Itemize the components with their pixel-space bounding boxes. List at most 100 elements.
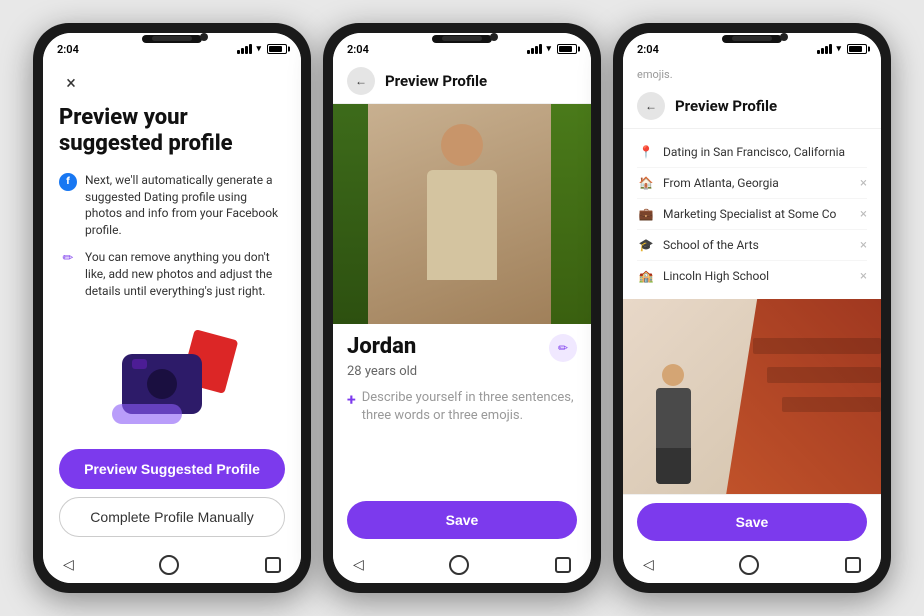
phone-3-time: 2:04 — [637, 43, 659, 56]
phone-1-screen: 2:04 ▾ × Preview your sug — [43, 33, 301, 583]
phone-3-bottom: Save — [623, 494, 881, 549]
home-icon: 🏠 — [637, 174, 655, 192]
page-title: Preview your suggested profile — [59, 105, 285, 158]
back-button-3[interactable]: ← — [637, 92, 665, 120]
phone-2-header: ← Preview Profile — [333, 61, 591, 104]
complete-profile-manually-button[interactable]: Complete Profile Manually — [59, 497, 285, 537]
person2-legs — [656, 448, 691, 484]
signal-bar-4 — [249, 44, 252, 54]
phone-1-nav-bar: ◁ — [43, 549, 301, 583]
stair-2 — [767, 367, 881, 383]
person-body — [427, 170, 497, 280]
info-item-facebook: f Next, we'll automatically generate a s… — [59, 172, 285, 239]
detail-text-hometown: From Atlanta, Georgia — [663, 176, 852, 190]
battery-icon-3 — [847, 44, 867, 54]
detail-item-school: 🎓 School of the Arts × — [637, 230, 867, 261]
signal-bar-1 — [817, 50, 820, 54]
back-nav-arrow[interactable]: ◁ — [63, 557, 74, 573]
back-nav-arrow-3[interactable]: ◁ — [643, 557, 654, 573]
signal-bar-2 — [241, 48, 244, 54]
signal-icon — [237, 44, 252, 54]
info-text-facebook: Next, we'll automatically generate a sug… — [85, 172, 285, 239]
phone-1-status-icons: ▾ — [237, 44, 287, 54]
home-nav-circle-3[interactable] — [739, 555, 759, 575]
phone-3-header-title: Preview Profile — [675, 97, 777, 115]
profile-details-section: 📍 Dating in San Francisco, California 🏠 … — [623, 129, 881, 299]
phones-container: 2:04 ▾ × Preview your sug — [23, 13, 901, 603]
phone-3-status-icons: ▾ — [817, 44, 867, 54]
battery-fill-3 — [849, 46, 862, 52]
back-button-2[interactable]: ← — [347, 67, 375, 95]
phone-3-camera — [780, 33, 788, 41]
person2-body — [656, 388, 691, 448]
phone-2-time: 2:04 — [347, 43, 369, 56]
close-button[interactable]: × — [59, 71, 83, 95]
detail-item-highschool: 🏫 Lincoln High School × — [637, 261, 867, 291]
recents-nav-square-3[interactable] — [845, 557, 861, 573]
remove-work-button[interactable]: × — [860, 207, 867, 222]
profile-photo-2 — [333, 104, 591, 324]
back-nav-arrow-2[interactable]: ◁ — [353, 557, 364, 573]
phone-3: 2:04 ▾ emojis. — [613, 23, 891, 593]
edit-profile-button[interactable]: ✏ — [549, 334, 577, 362]
save-button-3[interactable]: Save — [637, 503, 867, 541]
remove-hometown-button[interactable]: × — [860, 176, 867, 191]
camera-illustration — [112, 334, 232, 424]
stair-3 — [782, 397, 881, 413]
wifi-icon-2: ▾ — [546, 44, 551, 54]
battery-fill-2 — [559, 46, 572, 52]
profile-age: 28 years old — [347, 364, 577, 379]
signal-bar-2 — [531, 48, 534, 54]
location-icon: 📍 — [637, 143, 655, 161]
recents-nav-square[interactable] — [265, 557, 281, 573]
person-head — [441, 124, 483, 166]
highschool-icon: 🏫 — [637, 267, 655, 285]
signal-icon-3 — [817, 44, 832, 54]
facebook-icon: f — [59, 173, 77, 191]
emojis-text: emojis. — [637, 68, 673, 81]
bio-placeholder: + Describe yourself in three sentences, … — [347, 389, 577, 489]
preview-suggested-profile-button[interactable]: Preview Suggested Profile — [59, 449, 285, 489]
remove-school-button[interactable]: × — [860, 238, 867, 253]
signal-bar-2 — [821, 48, 824, 54]
person2-silhouette — [643, 364, 703, 484]
foliage-left — [333, 104, 368, 324]
add-bio-icon[interactable]: + — [347, 390, 356, 409]
home-nav-circle-2[interactable] — [449, 555, 469, 575]
phone-3-speaker — [732, 36, 772, 41]
battery-icon — [267, 44, 287, 54]
wifi-icon: ▾ — [256, 44, 261, 54]
bio-placeholder-text: Describe yourself in three sentences, th… — [362, 389, 577, 425]
recents-nav-square-2[interactable] — [555, 557, 571, 573]
phone-2-camera — [490, 33, 498, 41]
phone-1-buttons: Preview Suggested Profile Complete Profi… — [59, 449, 285, 537]
save-button-2[interactable]: Save — [347, 501, 577, 539]
pencil-icon: ✏ — [59, 250, 77, 268]
school-icon: 🎓 — [637, 236, 655, 254]
camera-lens — [147, 369, 177, 399]
detail-text-school: School of the Arts — [663, 238, 852, 252]
phone-3-screen: 2:04 ▾ emojis. — [623, 33, 881, 583]
profile-name: Jordan — [347, 334, 416, 359]
person-silhouette — [412, 124, 512, 324]
phone-2-header-title: Preview Profile — [385, 72, 487, 90]
camera-illustration-area — [59, 309, 285, 449]
phone-2-speaker — [442, 36, 482, 41]
profile-photo-3 — [623, 299, 881, 494]
phone-1-time: 2:04 — [57, 43, 79, 56]
wifi-icon-3: ▾ — [836, 44, 841, 54]
purple-squiggle — [112, 404, 182, 424]
phone-3-header: ← Preview Profile — [623, 86, 881, 129]
phone-2: 2:04 ▾ ← Preview Profile — [323, 23, 601, 593]
detail-text-location: Dating in San Francisco, California — [663, 145, 867, 159]
foliage-right — [551, 104, 591, 324]
signal-bar-4 — [539, 44, 542, 54]
info-text-edit: You can remove anything you don't like, … — [85, 249, 285, 299]
profile-info: Jordan ✏ 28 years old + Describe yoursel… — [333, 324, 591, 549]
person2-head — [662, 364, 684, 386]
home-nav-circle[interactable] — [159, 555, 179, 575]
detail-item-hometown: 🏠 From Atlanta, Georgia × — [637, 168, 867, 199]
camera-flash — [132, 359, 147, 369]
stairs-detail — [739, 299, 881, 494]
remove-highschool-button[interactable]: × — [860, 269, 867, 284]
